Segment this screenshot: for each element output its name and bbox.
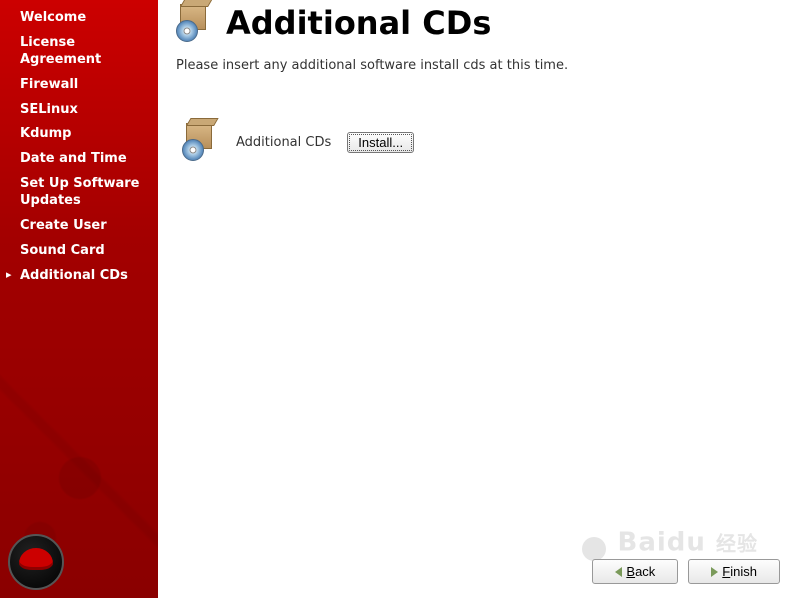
sidebar-item-soundcard[interactable]: Sound Card	[0, 239, 158, 264]
sidebar-item-additionalcds[interactable]: Additional CDs	[0, 264, 158, 289]
redhat-logo	[8, 534, 64, 590]
install-cd-icon	[182, 123, 220, 161]
sidebar-item-datetime[interactable]: Date and Time	[0, 147, 158, 172]
sidebar-item-selinux[interactable]: SELinux	[0, 98, 158, 123]
sidebar-item-createuser[interactable]: Create User	[0, 214, 158, 239]
paw-icon	[574, 523, 614, 563]
sidebar-item-license[interactable]: License Agreement	[0, 31, 158, 73]
finish-button-rest: inish	[730, 564, 757, 579]
footer-buttons: Back Finish	[592, 559, 780, 584]
back-button[interactable]: Back	[592, 559, 678, 584]
sidebar-item-updates[interactable]: Set Up Software Updates	[0, 172, 158, 214]
install-label: Additional CDs	[236, 135, 331, 150]
sidebar-item-welcome[interactable]: Welcome	[0, 6, 158, 31]
page-description: Please insert any additional software in…	[176, 58, 778, 73]
watermark: Baidu 经验	[574, 523, 758, 563]
arrow-left-icon	[615, 567, 622, 577]
install-row: Additional CDs Install...	[176, 123, 778, 161]
arrow-right-icon	[711, 567, 718, 577]
sidebar-item-firewall[interactable]: Firewall	[0, 73, 158, 98]
main-content: Additional CDs Please insert any additio…	[158, 0, 798, 598]
finish-button[interactable]: Finish	[688, 559, 780, 584]
additional-cds-icon	[176, 4, 214, 42]
install-button[interactable]: Install...	[347, 132, 414, 153]
sidebar: Welcome License Agreement Firewall SELin…	[0, 0, 158, 598]
sidebar-item-kdump[interactable]: Kdump	[0, 122, 158, 147]
page-title: Additional CDs	[226, 4, 491, 42]
back-button-rest: ack	[635, 564, 655, 579]
